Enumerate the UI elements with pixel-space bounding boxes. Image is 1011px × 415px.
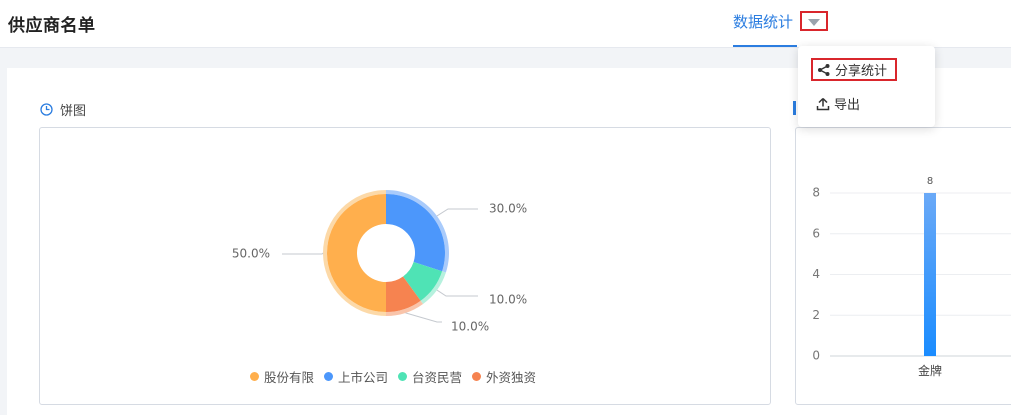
bar-y-tick-label: 2 bbox=[812, 308, 820, 322]
legend-swatch bbox=[250, 372, 259, 381]
menu-item-share-statistics[interactable]: 分享统计 bbox=[811, 58, 897, 81]
menu-item-export[interactable]: 导出 bbox=[816, 94, 860, 113]
bar-y-tick-label: 4 bbox=[812, 267, 820, 281]
bar-y-tick-label: 0 bbox=[812, 349, 820, 363]
legend-item[interactable]: 外资独资 bbox=[472, 367, 536, 386]
legend-swatch bbox=[472, 372, 482, 381]
menu-item-label: 分享统计 bbox=[835, 64, 888, 79]
legend-swatch bbox=[398, 372, 408, 381]
bar-y-tick-label: 6 bbox=[812, 226, 820, 240]
bar-1[interactable] bbox=[924, 193, 936, 356]
bar-data-label: 8 bbox=[927, 176, 933, 187]
share-icon bbox=[818, 63, 830, 76]
legend-swatch bbox=[324, 372, 334, 381]
legend-label: 外资独资 bbox=[486, 370, 537, 385]
legend-label: 股份有限 bbox=[264, 370, 315, 385]
pie-legend: 股份有限 上市公司 台资民营 外资独资 bbox=[250, 367, 546, 386]
legend-label: 台资民营 bbox=[412, 370, 463, 385]
upload-icon bbox=[816, 97, 830, 110]
bar-y-tick-label: 8 bbox=[812, 186, 820, 200]
bar-x-tick-label: 金牌 bbox=[918, 363, 942, 378]
menu-item-label: 导出 bbox=[834, 98, 861, 113]
legend-item[interactable]: 股份有限 bbox=[250, 367, 314, 386]
legend-item[interactable]: 上市公司 bbox=[324, 367, 388, 386]
legend-item[interactable]: 台资民营 bbox=[398, 367, 462, 386]
legend-label: 上市公司 bbox=[338, 370, 389, 385]
